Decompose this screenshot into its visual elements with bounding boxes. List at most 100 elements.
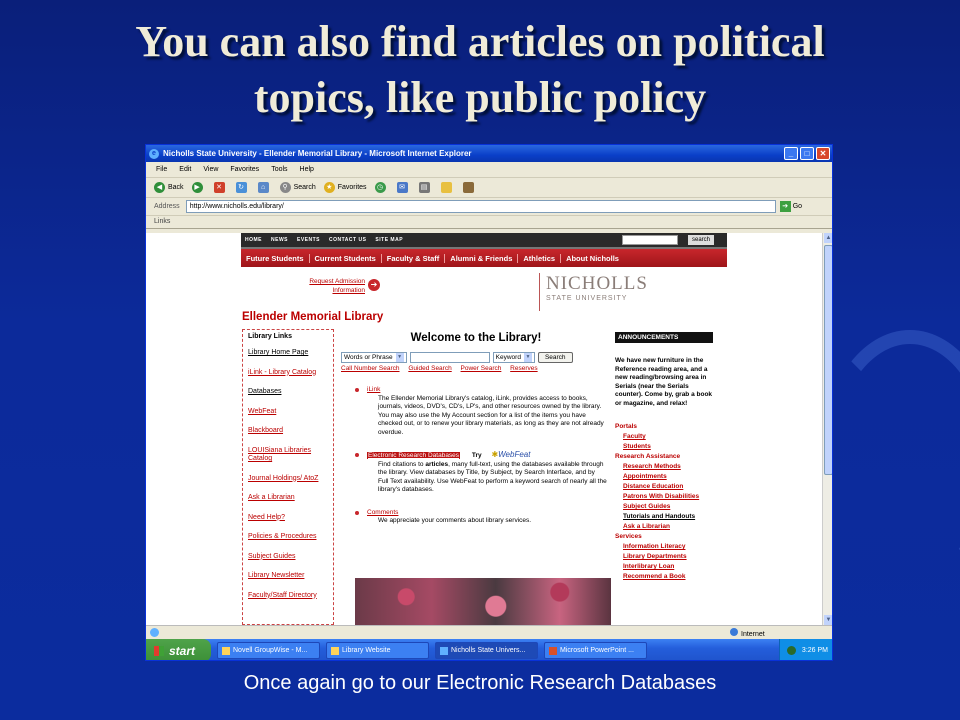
sidebar-link-louisiana-catalog[interactable]: LOUISiana Libraries Catalog — [248, 447, 328, 464]
slide-title-line-2: topics, like public policy — [253, 73, 707, 122]
menu-file[interactable]: File — [156, 166, 167, 173]
refresh-button[interactable]: ↻ — [235, 182, 250, 193]
close-button[interactable]: ✕ — [816, 147, 830, 160]
library-page: HOME NEWS EVENTS CONTACT US SITE MAP sea… — [241, 233, 727, 625]
nicholls-logo[interactable]: NICHOLLS STATE UNIVERSITY — [539, 273, 709, 311]
powerpoint-icon — [549, 646, 557, 655]
window-title: Nicholls State University - Ellender Mem… — [163, 149, 472, 158]
print-button[interactable]: ▤ — [418, 182, 433, 193]
scroll-up-icon[interactable]: ▲ — [824, 233, 832, 243]
search-type-select[interactable]: Words or Phrase ▼ — [341, 352, 407, 363]
subject-guides-link[interactable]: Subject Guides — [615, 502, 727, 512]
nav-about-nicholls[interactable]: About Nicholls — [561, 254, 624, 263]
task-library-website[interactable]: Library Website — [326, 642, 429, 659]
audience-nav: Future Students Current Students Faculty… — [241, 247, 727, 267]
request-admission-link[interactable]: Request Admission Information — [291, 277, 365, 295]
portal-faculty-link[interactable]: Faculty — [615, 432, 727, 442]
nav-news[interactable]: NEWS — [271, 237, 288, 243]
sidebar-link-journal-holdings[interactable]: Journal Holdings/ AtoZ — [248, 475, 328, 484]
sidebar-link-directory[interactable]: Faculty/Staff Directory — [248, 592, 328, 601]
research-methods-link[interactable]: Research Methods — [615, 462, 727, 472]
scrollbar-thumb[interactable] — [824, 245, 832, 475]
portal-students-link[interactable]: Students — [615, 442, 727, 452]
recommend-book-link[interactable]: Recommend a Book — [615, 572, 727, 582]
catalog-search-input[interactable] — [409, 352, 490, 363]
ilink-link[interactable]: iLink — [367, 386, 607, 395]
site-search-input[interactable] — [621, 235, 678, 245]
menu-tools[interactable]: Tools — [271, 166, 287, 173]
nav-site-map[interactable]: SITE MAP — [375, 237, 403, 243]
ask-librarian-link[interactable]: Ask a Librarian — [615, 522, 727, 532]
stop-button[interactable]: ✕ — [213, 182, 228, 193]
top-utility-nav: HOME NEWS EVENTS CONTACT US SITE MAP sea… — [241, 233, 727, 247]
favorites-button[interactable]: ★ Favorites — [323, 182, 367, 193]
sidebar-link-databases[interactable]: Databases — [248, 388, 328, 397]
task-powerpoint[interactable]: Microsoft PowerPoint ... — [544, 642, 647, 659]
links-bar[interactable]: Links — [146, 216, 832, 229]
go-button[interactable]: ➔ Go — [779, 201, 802, 212]
scroll-down-icon[interactable]: ▼ — [824, 615, 832, 625]
call-number-search-link[interactable]: Call Number Search — [341, 365, 400, 372]
sidebar-link-newsletter[interactable]: Library Newsletter — [248, 572, 328, 581]
start-button[interactable]: start — [146, 639, 211, 660]
task-groupwise[interactable]: Novell GroupWise - M... — [217, 642, 320, 659]
distance-education-link[interactable]: Distance Education — [615, 482, 727, 492]
interlibrary-loan-link[interactable]: Interlibrary Loan — [615, 562, 727, 572]
home-button[interactable]: ⌂ — [257, 182, 272, 193]
tutorials-handouts-link[interactable]: Tutorials and Handouts — [615, 512, 727, 522]
minimize-button[interactable]: _ — [784, 147, 798, 160]
sidebar-link-blackboard[interactable]: Blackboard — [248, 427, 328, 436]
reserves-link[interactable]: Reserves — [510, 365, 537, 372]
comments-link[interactable]: Comments — [367, 509, 607, 518]
tray-network-icon[interactable] — [786, 646, 796, 655]
sidebar-link-ilink[interactable]: iLink - Library Catalog — [248, 369, 328, 378]
menu-help[interactable]: Help — [300, 166, 314, 173]
bullet-icon — [355, 388, 359, 392]
forward-button[interactable]: ▶ — [191, 182, 206, 193]
window-titlebar[interactable]: e Nicholls State University - Ellender M… — [146, 145, 832, 162]
sidebar-link-ask-librarian[interactable]: Ask a Librarian — [248, 494, 328, 503]
address-input[interactable]: http://www.nicholls.edu/library/ — [185, 200, 776, 213]
mail-button[interactable]: ✉ — [396, 182, 411, 193]
nav-current-students[interactable]: Current Students — [310, 253, 382, 263]
history-button[interactable]: ◷ — [374, 182, 389, 193]
vertical-scrollbar[interactable]: ▲ ▼ — [822, 233, 832, 625]
power-search-link[interactable]: Power Search — [461, 365, 502, 372]
arrow-right-icon[interactable]: ➔ — [368, 279, 380, 291]
menu-favorites[interactable]: Favorites — [230, 166, 259, 173]
nav-alumni-friends[interactable]: Alumni & Friends — [445, 253, 519, 263]
electronic-research-databases-link[interactable]: Electronic Research Databases — [367, 452, 461, 459]
nav-athletics[interactable]: Athletics — [518, 253, 562, 263]
nav-home[interactable]: HOME — [245, 237, 262, 243]
patrons-disabilities-link[interactable]: Patrons With Disabilities — [615, 492, 727, 502]
nav-future-students[interactable]: Future Students — [241, 253, 310, 263]
nav-events[interactable]: EVENTS — [297, 237, 320, 243]
search-field-select[interactable]: Keyword ▼ — [492, 352, 535, 363]
webfeat-logo[interactable]: ✱WebFeat — [491, 450, 530, 460]
catalog-search-button[interactable]: Search — [537, 352, 573, 363]
sidebar-link-need-help[interactable]: Need Help? — [248, 514, 328, 523]
nav-contact-us[interactable]: CONTACT US — [329, 237, 366, 243]
sidebar-link-policies[interactable]: Policies & Procedures — [248, 533, 328, 542]
sidebar-link-subject-guides[interactable]: Subject Guides — [248, 553, 328, 562]
guided-search-link[interactable]: Guided Search — [408, 365, 451, 372]
appointments-link[interactable]: Appointments — [615, 472, 727, 482]
library-departments-link[interactable]: Library Departments — [615, 552, 727, 562]
menu-view[interactable]: View — [203, 166, 218, 173]
sidebar-link-home-page[interactable]: Library Home Page — [248, 349, 328, 358]
try-label: Try — [471, 452, 482, 459]
back-button[interactable]: ◀ Back — [154, 182, 184, 193]
information-literacy-link[interactable]: Information Literacy — [615, 542, 727, 552]
nav-faculty-staff[interactable]: Faculty & Staff — [382, 253, 446, 263]
menu-edit[interactable]: Edit — [179, 166, 191, 173]
maximize-button[interactable]: □ — [800, 147, 814, 160]
security-zone: Internet — [730, 627, 765, 638]
search-toolbar-button[interactable]: ⚲ Search — [279, 182, 316, 193]
folder-button[interactable] — [440, 182, 455, 193]
browser-toolbar: ◀ Back ▶ ✕ ↻ ⌂ ⚲ Search ★ Favorites ◷ ✉ ▤ — [146, 178, 832, 198]
research-button[interactable] — [462, 182, 477, 193]
sidebar-link-webfeat[interactable]: WebFeat — [248, 408, 328, 417]
library-links-sidebar: Library Links Library Home Page iLink - … — [242, 329, 334, 625]
site-search-button[interactable]: search — [687, 235, 714, 245]
task-nicholls-ie[interactable]: Nicholls State Univers... — [435, 642, 538, 659]
